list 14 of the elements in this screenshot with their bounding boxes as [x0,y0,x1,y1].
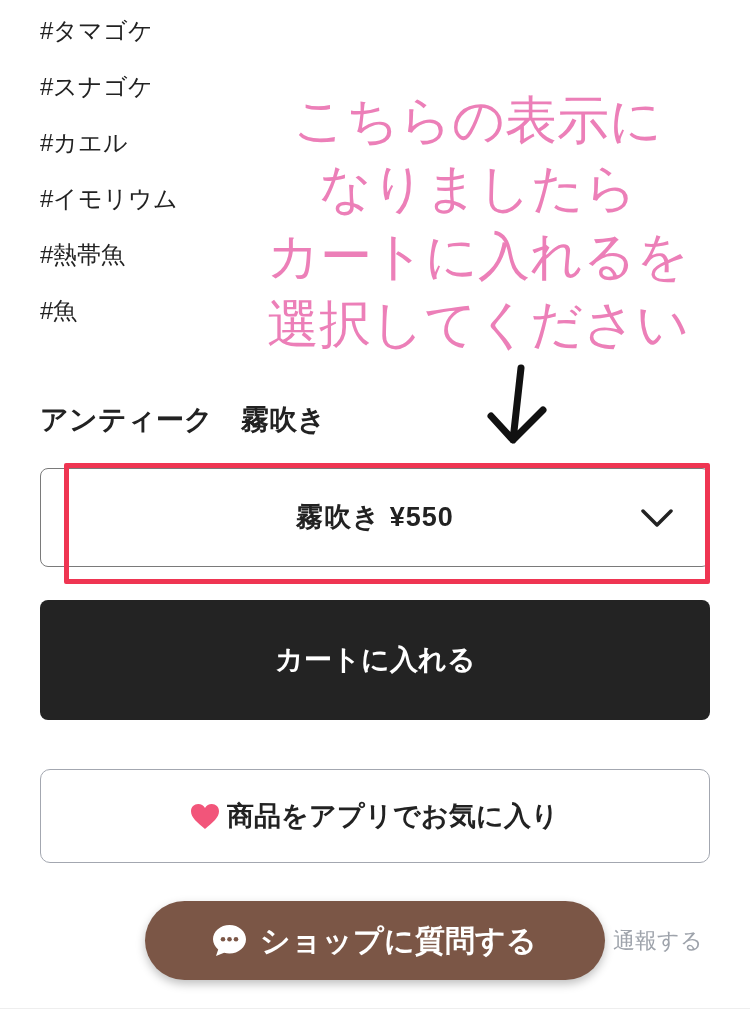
hashtag-link[interactable]: #タマゴケ [40,3,154,59]
chevron-down-icon [641,509,673,527]
hashtag-link[interactable]: #魚 [40,283,78,339]
annotation-text: こちらの表示に なりましたら カートに入れるを 選択してください [265,90,690,355]
variant-label: アンティーク 霧吹き [40,404,326,435]
favorite-button[interactable]: 商品をアプリでお気に入り [40,769,710,863]
hashtag-link[interactable]: #熱帯魚 [40,227,126,283]
hashtag-link[interactable]: #カエル [40,115,129,171]
hashtag-link[interactable]: #イモリウム [40,171,179,227]
speech-bubble-icon [213,925,246,956]
heart-icon [191,803,219,829]
add-to-cart-button[interactable]: カートに入れる [40,600,710,720]
ask-shop-button[interactable]: ショップに質問する [145,901,605,980]
hashtag-link[interactable]: #スナゴケ [40,59,154,115]
